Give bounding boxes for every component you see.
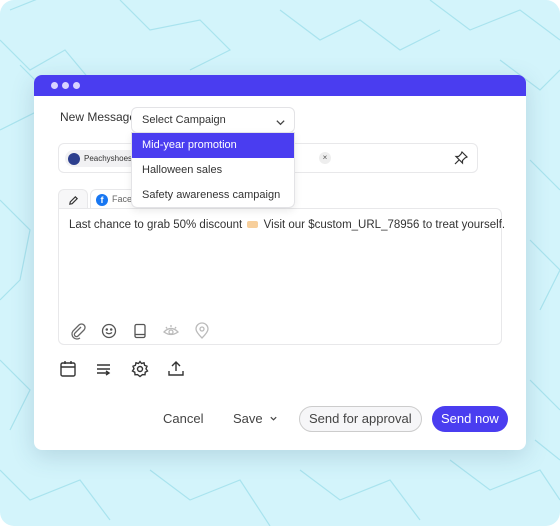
campaign-option-halloween[interactable]: Halloween sales: [132, 158, 294, 183]
gear-icon[interactable]: [130, 359, 150, 379]
window-dot: [62, 82, 69, 89]
campaign-select-value: Select Campaign: [142, 114, 226, 126]
campaign-select[interactable]: Select Campaign: [131, 107, 295, 133]
send-for-approval-button[interactable]: Send for approval: [299, 406, 422, 432]
save-label: Save: [233, 411, 263, 426]
message-text-part: Visit our $custom_URL_78956 to treat you…: [263, 219, 506, 231]
cancel-button[interactable]: Cancel: [163, 411, 203, 426]
send-now-button[interactable]: Send now: [432, 406, 508, 432]
facebook-icon: f: [96, 194, 108, 206]
remove-recipient-icon[interactable]: ×: [319, 152, 331, 164]
upload-icon[interactable]: [166, 359, 186, 379]
message-text[interactable]: Last chance to grab 50% discount Visit o…: [69, 219, 505, 231]
compose-tools: [58, 359, 186, 379]
compose-window: New Message Select Campaign Mid-year pro…: [34, 75, 526, 450]
campaign-option-mid-year[interactable]: Mid-year promotion: [132, 133, 294, 158]
title-bar: [34, 75, 526, 96]
chevron-down-icon: [270, 416, 277, 421]
compose-footer: Cancel Save Send for approval Send now: [34, 406, 526, 432]
emoji-icon[interactable]: [100, 322, 118, 340]
calendar-icon[interactable]: [58, 359, 78, 379]
window-dot: [51, 82, 58, 89]
eye-icon[interactable]: [162, 322, 180, 340]
message-editor[interactable]: Last chance to grab 50% discount Visit o…: [58, 208, 505, 345]
tab-general[interactable]: [58, 189, 88, 209]
paperclip-icon[interactable]: [69, 322, 87, 340]
window-dot: [73, 82, 80, 89]
tab-facebook-label: Face: [112, 194, 133, 204]
pin-icon[interactable]: [453, 150, 469, 171]
ticket-emoji-icon: [247, 221, 259, 229]
book-icon[interactable]: [131, 322, 149, 340]
save-button[interactable]: Save: [233, 411, 278, 426]
recipient-name: Peachyshoes: [84, 154, 133, 163]
location-pin-icon[interactable]: [193, 322, 211, 340]
campaign-option-safety[interactable]: Safety awareness campaign: [132, 183, 294, 208]
new-message-label: New Message: [60, 110, 137, 124]
avatar: [68, 152, 80, 165]
recipient-chip[interactable]: Peachyshoes: [65, 150, 139, 167]
campaign-dropdown-menu: Mid-year promotion Halloween sales Safet…: [131, 132, 295, 208]
message-text-part: Last chance to grab 50% discount: [69, 219, 243, 231]
queue-icon[interactable]: [94, 359, 114, 379]
chevron-down-icon: [275, 115, 286, 133]
